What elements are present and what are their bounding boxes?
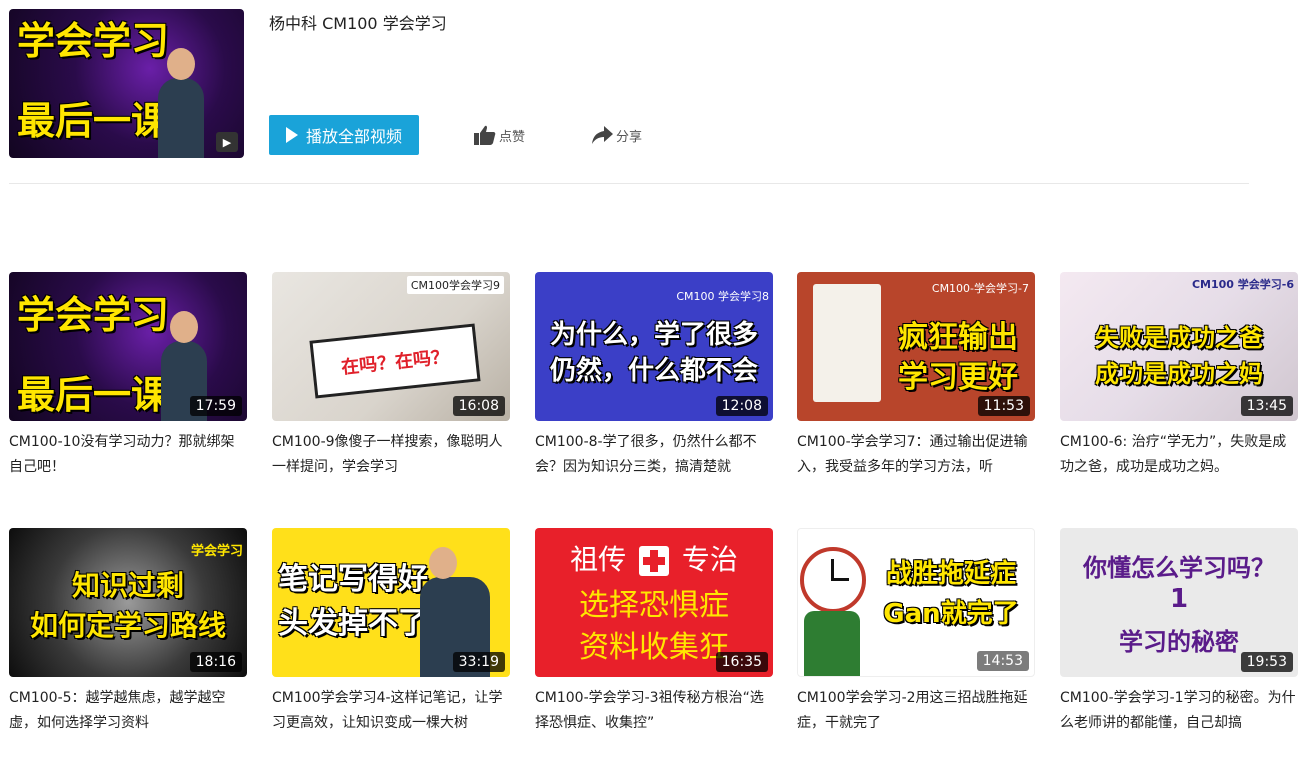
video-thumbnail[interactable]: CM100 学会学习8 为什么，学了很多 仍然，什么都不会 12:08	[535, 272, 773, 421]
thumb-text: 笔记写得好	[278, 562, 428, 597]
video-title[interactable]: CM100-9像傻子一样搜索，像聪明人一样提问，学会学习	[272, 430, 510, 480]
video-card[interactable]: 你懂怎么学习吗？ 1 学习的秘密 19:53 CM100-学会学习-1学习的秘密…	[1060, 528, 1298, 736]
video-card[interactable]: 祖传 专治 选择恐惧症 资料收集狂 16:35 CM100-学会学习-3祖传秘方…	[535, 528, 773, 736]
video-thumbnail[interactable]: CM100学会学习9 在吗？在吗？ 16:08	[272, 272, 510, 421]
thumb-text: 你懂怎么学习吗？	[1083, 554, 1275, 582]
person-figure	[804, 611, 860, 676]
thumb-text: 如何定学习路线	[29, 609, 226, 642]
thumb-text: 在吗？在吗？	[340, 346, 450, 379]
video-duration: 19:53	[1240, 652, 1293, 672]
video-duration: 18:16	[189, 652, 242, 672]
thumb-text: 选择恐惧症	[579, 588, 729, 623]
video-card[interactable]: 笔记写得好 头发掉不了 33:19 CM100学会学习4-这样记笔记，让学习更高…	[272, 528, 510, 736]
video-thumbnail[interactable]: CM100-学会学习-7 疯狂输出 学习更好 11:53	[797, 272, 1035, 421]
thumb-text: 专治	[681, 543, 738, 576]
thumb-text: 成功是成功之妈	[1095, 360, 1263, 388]
thumb-text: 祖传	[570, 543, 627, 576]
thumb-text: 为什么，学了很多	[549, 320, 758, 350]
video-card[interactable]: CM100-学会学习-7 疯狂输出 学习更好 11:53 CM100-学会学习7…	[797, 272, 1035, 480]
video-title[interactable]: CM100-6: 治疗“学无力”，失败是成功之爸，成功是成功之妈。	[1060, 430, 1298, 480]
video-card[interactable]: 学会学习 最后一课 17:59 CM100-10没有学习动力？那就绑架自己吧！	[9, 272, 247, 480]
video-duration: 14:53	[976, 651, 1029, 671]
video-title[interactable]: CM100-10没有学习动力？那就绑架自己吧！	[9, 430, 247, 480]
video-duration: 17:59	[189, 396, 242, 416]
wall-outlet	[813, 284, 881, 402]
video-card[interactable]: CM100 学会学习-6 失败是成功之爸 成功是成功之妈 13:45 CM100…	[1060, 272, 1298, 480]
thumb-tag: CM100学会学习9	[406, 276, 504, 294]
thumb-text: 1	[1169, 584, 1189, 614]
thumb-tag: CM100 学会学习-6	[1191, 278, 1294, 291]
thumb-heading: 祖传 专治	[535, 538, 773, 578]
video-duration: 13:45	[1240, 396, 1293, 416]
video-card[interactable]: 学会学习 知识过剩 如何定学习路线 18:16 CM100-5：越学越焦虑，越学…	[9, 528, 247, 736]
red-cross-icon	[639, 546, 669, 576]
thumb-text: 学会学习	[17, 293, 170, 337]
thumb-text: 知识过剩	[71, 569, 184, 602]
video-duration: 12:08	[715, 396, 768, 416]
video-card[interactable]: CM100 学会学习8 为什么，学了很多 仍然，什么都不会 12:08 CM10…	[535, 272, 773, 480]
video-title[interactable]: CM100-8-学了很多，仍然什么都不会？因为知识分三类，搞清楚就	[535, 430, 773, 480]
thumb-text: 失败是成功之爸	[1095, 324, 1263, 352]
clock-icon	[800, 547, 866, 613]
video-thumbnail[interactable]: 学会学习 知识过剩 如何定学习路线 18:16	[9, 528, 247, 677]
thumb-tag: 学会学习	[190, 544, 243, 559]
thumb-text: 头发掉不了	[278, 606, 428, 641]
thumb-tag: CM100-学会学习-7	[931, 282, 1029, 295]
video-title[interactable]: CM100学会学习-2用这三招战胜拖延症，干就完了	[797, 686, 1035, 736]
video-grid: 学会学习 最后一课 17:59 CM100-10没有学习动力？那就绑架自己吧！ …	[0, 0, 1315, 778]
video-title[interactable]: CM100-学会学习-3祖传秘方根治“选择恐惧症、收集控”	[535, 686, 773, 736]
thumb-text: 疯狂输出	[898, 320, 1018, 355]
video-thumbnail[interactable]: 祖传 专治 选择恐惧症 资料收集狂 16:35	[535, 528, 773, 677]
video-duration: 11:53	[977, 396, 1030, 416]
video-card[interactable]: CM100学会学习9 在吗？在吗？ 16:08 CM100-9像傻子一样搜索，像…	[272, 272, 510, 480]
speech-bubble: 在吗？在吗？	[309, 323, 481, 399]
video-thumbnail[interactable]: 你懂怎么学习吗？ 1 学习的秘密 19:53	[1060, 528, 1298, 677]
video-title[interactable]: CM100学会学习4-这样记笔记，让学习更高效，让知识变成一棵大树	[272, 686, 510, 736]
video-title[interactable]: CM100-5：越学越焦虑，越学越空虚，如何选择学习资料	[9, 686, 247, 736]
video-duration: 33:19	[452, 652, 505, 672]
video-thumbnail[interactable]: 战胜拖延症 Gan就完了 14:53	[797, 528, 1035, 677]
video-thumbnail[interactable]: 笔记写得好 头发掉不了 33:19	[272, 528, 510, 677]
video-thumbnail[interactable]: CM100 学会学习-6 失败是成功之爸 成功是成功之妈 13:45	[1060, 272, 1298, 421]
thumb-text: Gan就完了	[883, 599, 1019, 629]
thumb-text: 学习更好	[898, 360, 1018, 395]
video-card[interactable]: 战胜拖延症 Gan就完了 14:53 CM100学会学习-2用这三招战胜拖延症，…	[797, 528, 1035, 736]
thumb-text: 仍然，什么都不会	[549, 356, 758, 386]
video-duration: 16:35	[715, 652, 768, 672]
video-duration: 16:08	[452, 396, 505, 416]
video-title[interactable]: CM100-学会学习-1学习的秘密。为什么老师讲的都能懂，自己却搞	[1060, 686, 1298, 736]
thumb-text: 战胜拖延症	[885, 559, 1016, 589]
video-title[interactable]: CM100-学会学习7：通过输出促进输入，我受益多年的学习方法，听	[797, 430, 1035, 480]
thumb-tag: CM100 学会学习8	[676, 290, 769, 303]
video-thumbnail[interactable]: 学会学习 最后一课 17:59	[9, 272, 247, 421]
